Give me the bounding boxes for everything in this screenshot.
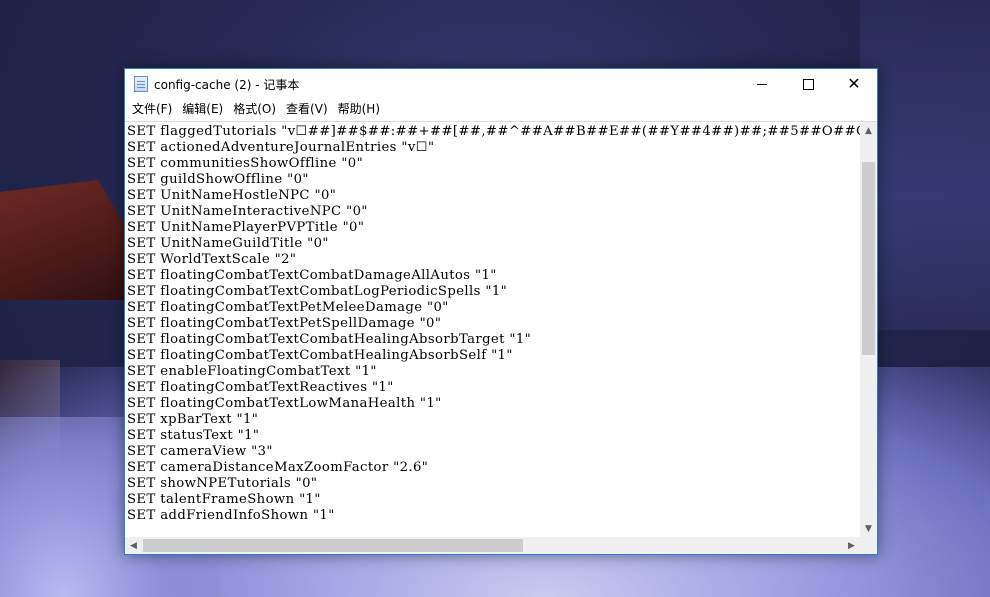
text-line: SET flaggedTutorials "v☐##]##$##:##+##[#… — [127, 124, 860, 139]
vertical-scrollbar[interactable]: ▲ ▼ — [860, 122, 877, 537]
minimize-button[interactable] — [739, 69, 785, 99]
menu-help[interactable]: 帮助(H) — [333, 99, 385, 119]
window-controls: ✕ — [739, 69, 877, 99]
text-line: SET cameraDistanceMaxZoomFactor "2.6" — [127, 460, 429, 475]
text-line: SET UnitNameGuildTitle "0" — [127, 236, 329, 251]
vertical-scroll-thumb[interactable] — [862, 162, 875, 355]
background-post — [0, 360, 60, 550]
scroll-up-icon[interactable]: ▲ — [860, 122, 877, 139]
text-line: SET actionedAdventureJournalEntries "v☐" — [127, 140, 435, 155]
maximize-icon — [802, 78, 814, 90]
editor-area: SET flaggedTutorials "v☐##]##$##:##+##[#… — [125, 121, 877, 554]
horizontal-scroll-thumb[interactable] — [143, 539, 523, 552]
text-line: SET xpBarText "1" — [127, 412, 259, 427]
scroll-down-icon[interactable]: ▼ — [860, 520, 877, 537]
menu-file[interactable]: 文件(F) — [127, 99, 177, 119]
notepad-window: config-cache (2) - 记事本 ✕ 文件(F) 编辑(E) 格式(… — [124, 68, 878, 555]
text-line: SET floatingCombatTextReactives "1" — [127, 380, 394, 395]
background-roof — [0, 180, 140, 300]
text-line: SET UnitNameInteractiveNPC "0" — [127, 204, 368, 219]
close-icon: ✕ — [847, 74, 861, 93]
close-button[interactable]: ✕ — [831, 69, 877, 99]
text-line: SET floatingCombatTextPetSpellDamage "0" — [127, 316, 442, 331]
background-structure — [860, 0, 990, 330]
menu-view[interactable]: 查看(V) — [281, 99, 333, 119]
menu-format[interactable]: 格式(O) — [228, 99, 281, 119]
minimize-icon — [757, 83, 767, 85]
text-line: SET enableFloatingCombatText "1" — [127, 364, 377, 379]
notepad-icon — [134, 76, 148, 92]
window-title: config-cache (2) - 记事本 — [154, 77, 300, 92]
title-bar[interactable]: config-cache (2) - 记事本 ✕ — [125, 69, 877, 99]
scroll-right-icon[interactable]: ▶ — [843, 537, 860, 554]
horizontal-scrollbar[interactable]: ◀ ▶ — [125, 537, 860, 554]
text-line: SET statusText "1" — [127, 428, 260, 443]
text-line: SET WorldTextScale "2" — [127, 252, 297, 267]
menu-bar: 文件(F) 编辑(E) 格式(O) 查看(V) 帮助(H) — [125, 99, 877, 119]
text-line: SET communitiesShowOffline "0" — [127, 156, 364, 171]
text-line: SET UnitNamePlayerPVPTitle "0" — [127, 220, 365, 235]
text-line: SET floatingCombatTextCombatHealingAbsor… — [127, 348, 513, 363]
text-line: SET talentFrameShown "1" — [127, 492, 321, 507]
text-line: SET floatingCombatTextCombatDamageAllAut… — [127, 268, 497, 283]
text-line: SET guildShowOffline "0" — [127, 172, 309, 187]
text-line: SET floatingCombatTextCombatHealingAbsor… — [127, 332, 532, 347]
text-line: SET addFriendInfoShown "1" — [127, 508, 335, 523]
maximize-button[interactable] — [785, 69, 831, 99]
text-line: SET showNPETutorials "0" — [127, 476, 318, 491]
text-line: SET floatingCombatTextPetMeleeDamage "0" — [127, 300, 449, 315]
text-line: SET floatingCombatTextLowManaHealth "1" — [127, 396, 442, 411]
scroll-left-icon[interactable]: ◀ — [125, 537, 142, 554]
text-line: SET cameraView "3" — [127, 444, 273, 459]
text-line: SET floatingCombatTextCombatLogPeriodicS… — [127, 284, 508, 299]
text-line: SET UnitNameHostleNPC "0" — [127, 188, 337, 203]
menu-edit[interactable]: 编辑(E) — [177, 99, 228, 119]
scrollbar-corner — [860, 537, 877, 554]
text-editor[interactable]: SET flaggedTutorials "v☐##]##$##:##+##[#… — [125, 122, 860, 537]
